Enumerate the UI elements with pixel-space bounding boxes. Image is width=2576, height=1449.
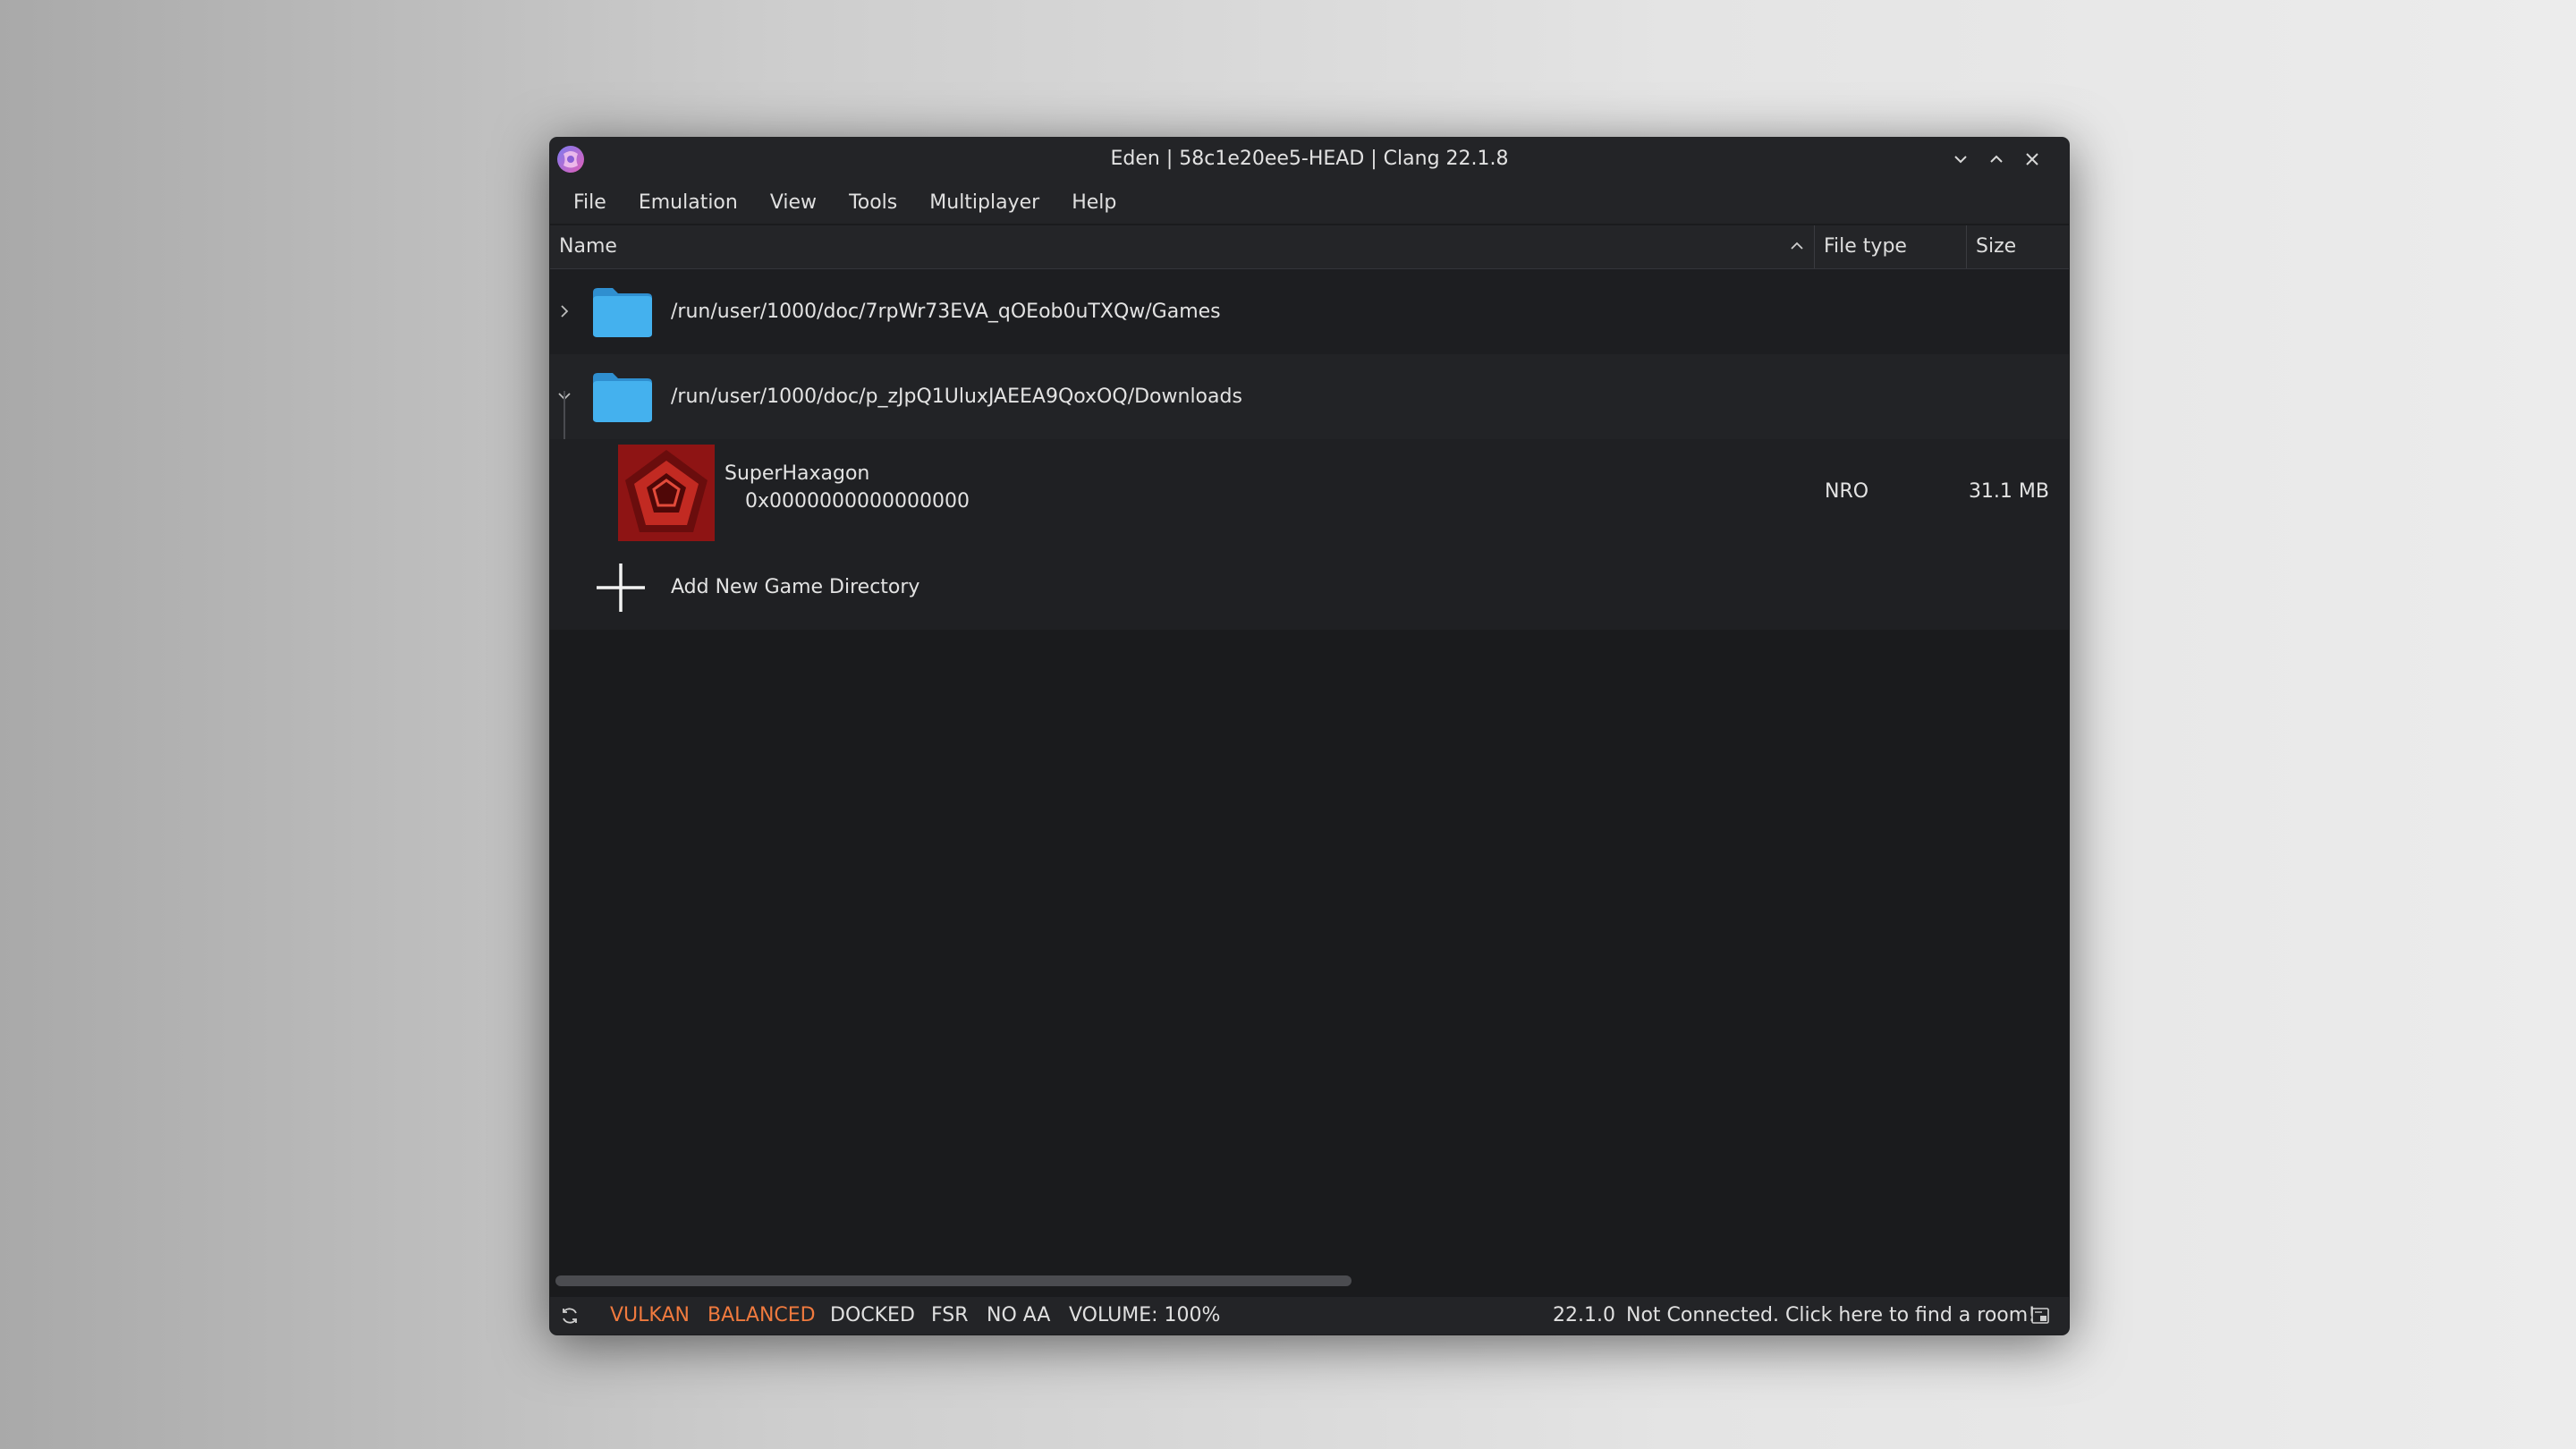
game-title: SuperHaxagon [724,462,870,485]
column-header-name[interactable]: Name [550,225,1815,268]
status-api[interactable]: VULKAN [610,1297,690,1335]
status-gpu-accuracy[interactable]: BALANCED [708,1297,816,1335]
menu-view[interactable]: View [754,186,833,219]
folder-icon [593,373,652,422]
directory-path: /run/user/1000/doc/7rpWr73EVA_qOEob0uTXQ… [671,301,1221,323]
title-bar[interactable]: Eden | 58c1e20ee5-HEAD | Clang 22.1.8 [550,138,2069,181]
menu-tools[interactable]: Tools [833,186,913,219]
game-title-id: 0x0000000000000000 [745,490,970,513]
menu-emulation[interactable]: Emulation [623,186,754,219]
maximize-icon[interactable] [1984,147,2009,172]
game-row-superhaxagon[interactable]: SuperHaxagon 0x0000000000000000 NRO 31.1… [550,439,2069,545]
status-antialiasing[interactable]: NO AA [987,1297,1050,1335]
sort-ascending-icon [1791,242,1803,250]
column-header-size[interactable]: Size [1967,225,2069,268]
menu-bar: File Emulation View Tools Multiplayer He… [550,181,2069,224]
directory-path: /run/user/1000/doc/p_zJpQ1UluxJAEEA9QoxO… [671,386,1242,408]
status-dock-mode[interactable]: DOCKED [830,1297,915,1335]
directory-row-games[interactable]: /run/user/1000/doc/7rpWr73EVA_qOEob0uTXQ… [550,269,2069,354]
status-filter[interactable]: FSR [931,1297,969,1335]
plus-icon [597,564,645,612]
game-list: /run/user/1000/doc/7rpWr73EVA_qOEob0uTXQ… [550,269,2069,1335]
status-bar: VULKAN BALANCED DOCKED FSR NO AA VOLUME:… [550,1297,2069,1335]
chevron-right-icon[interactable] [554,301,575,322]
add-directory-label: Add New Game Directory [671,576,920,598]
window-title: Eden | 58c1e20ee5-HEAD | Clang 22.1.8 [1110,148,1509,170]
app-window: Eden | 58c1e20ee5-HEAD | Clang 22.1.8 Fi… [550,138,2069,1335]
menu-multiplayer[interactable]: Multiplayer [913,186,1055,219]
status-multiplayer[interactable]: Not Connected. Click here to find a room… [1626,1297,2036,1335]
add-game-directory-row[interactable]: Add New Game Directory [550,545,2069,630]
menu-file[interactable]: File [557,186,623,219]
horizontal-scrollbar-thumb[interactable] [555,1275,1352,1286]
super-haxagon-icon [618,445,715,541]
game-file-type: NRO [1825,480,1869,503]
game-size: 31.1 MB [1968,480,2049,503]
status-firmware: 22.1.0 [1553,1304,1615,1326]
refresh-icon[interactable] [559,1305,580,1326]
column-header-name-label: Name [559,235,617,258]
close-icon[interactable] [2020,147,2045,172]
room-icon[interactable] [2029,1305,2051,1326]
folder-icon [593,288,652,337]
minimize-icon[interactable] [1948,147,1973,172]
column-header-file-type[interactable]: File type [1815,225,1967,268]
directory-row-downloads[interactable]: /run/user/1000/doc/p_zJpQ1UluxJAEEA9QoxO… [550,354,2069,439]
status-volume[interactable]: VOLUME: 100% [1069,1297,1220,1335]
game-list-header: Name File type Size [550,225,2069,269]
menu-help[interactable]: Help [1055,186,1132,219]
